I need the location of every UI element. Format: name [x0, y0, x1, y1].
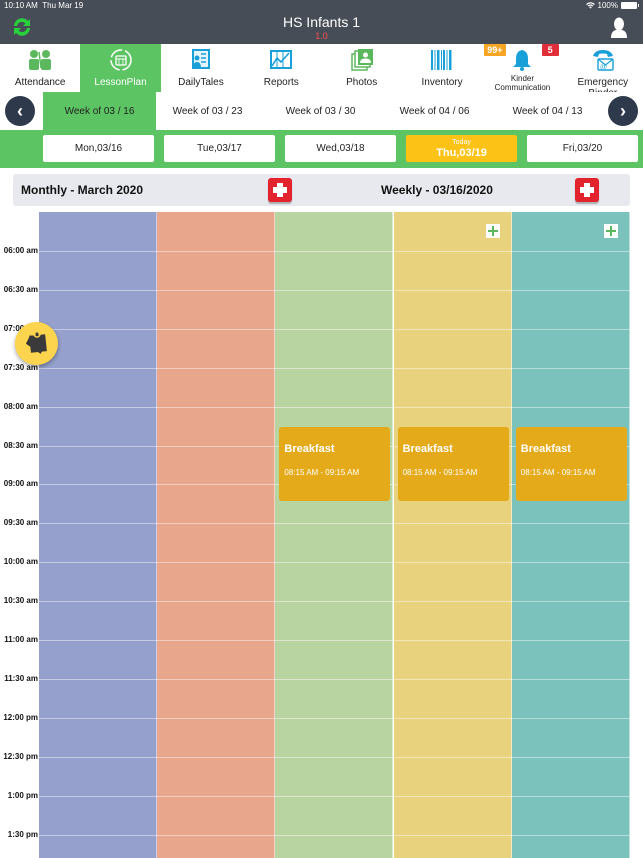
time-gridline — [39, 834, 630, 836]
event-title: Breakfast — [520, 443, 571, 455]
time-gridline — [39, 523, 630, 525]
weekly-title: Weekly - 03/16/2020 — [381, 183, 493, 197]
time-gridline — [39, 562, 630, 564]
event-time: 08:15 AM - 09:15 AM — [402, 468, 478, 477]
barcode-icon — [431, 50, 452, 70]
nav-lessonplan[interactable]: LessonPlan — [80, 44, 161, 92]
time-label: 06:30 am — [3, 284, 38, 294]
plan-header: Monthly - March 2020 Weekly - 03/16/2020 — [13, 174, 630, 206]
svg-text:@: @ — [600, 64, 607, 71]
day-button[interactable]: Wed,03/18 — [285, 135, 396, 162]
time-label: 08:30 am — [3, 440, 38, 450]
reports-icon — [270, 50, 293, 69]
time-gridline — [39, 289, 630, 291]
time-gridline — [39, 795, 630, 797]
photos-icon — [350, 49, 373, 71]
event-title: Breakfast — [284, 443, 335, 455]
day-column[interactable] — [275, 212, 394, 858]
week-tab[interactable]: Week of 04 / 13 — [491, 92, 604, 130]
prev-week-button[interactable]: ‹ — [5, 96, 35, 126]
time-label: 06:00 am — [3, 246, 38, 255]
nav-reports[interactable]: Reports — [241, 44, 321, 92]
event-title: Breakfast — [402, 443, 453, 455]
event-card[interactable]: Breakfast 08:15 AM - 09:15 AM — [515, 427, 627, 501]
notifications-badge: 5 — [541, 44, 559, 56]
day-button[interactable]: Mon,03/16 — [43, 135, 154, 162]
week-tab[interactable]: Week of 04 / 06 — [378, 92, 491, 130]
time-label: 1:30 pm — [7, 829, 38, 839]
event-time: 08:15 AM - 09:15 AM — [520, 468, 596, 477]
status-indicators: 100% — [585, 1, 639, 10]
add-event-button[interactable] — [485, 224, 500, 238]
daily-tales-icon — [191, 49, 210, 69]
monthly-title: Monthly - March 2020 — [21, 183, 144, 197]
time-gridline — [39, 640, 630, 641]
day-column[interactable] — [511, 212, 630, 858]
time-label: 08:00 am — [3, 401, 38, 411]
week-tab[interactable]: Week of 03 / 16 — [43, 92, 156, 130]
sticky-notes-button[interactable] — [15, 322, 58, 365]
time-label: 12:30 pm — [3, 751, 38, 761]
attendance-icon — [29, 50, 52, 70]
time-gridline — [39, 601, 630, 603]
next-week-button[interactable]: › — [608, 96, 638, 126]
event-time: 08:15 AM - 09:15 AM — [284, 468, 360, 477]
status-time: 10:10 AM Thu Mar 19 — [4, 1, 84, 10]
time-label: 09:30 am — [3, 518, 38, 528]
add-event-button[interactable] — [603, 224, 618, 238]
messages-badge: 99+ — [484, 44, 506, 56]
battery-percent: 100% — [597, 1, 618, 10]
nav-inventory[interactable]: Inventory — [402, 44, 482, 92]
nav-attendance[interactable]: Attendance — [0, 44, 80, 92]
day-button[interactable]: Tue,03/17 — [164, 135, 275, 162]
nav-photos[interactable]: Photos — [322, 44, 402, 92]
today-label: Today — [452, 138, 471, 146]
chevron-right-icon: › — [620, 100, 626, 121]
bell-icon — [513, 50, 532, 71]
time-gridline — [39, 756, 630, 758]
event-card[interactable]: Breakfast 08:15 AM - 09:15 AM — [279, 427, 391, 501]
top-bar: 10:10 AM Thu Mar 19 100% HS Infants 1 1.… — [0, 0, 643, 44]
chevron-left-icon: ‹ — [17, 100, 23, 121]
time-gridline — [39, 251, 630, 252]
weekly-calendar-grid — [39, 212, 630, 858]
add-monthly-button[interactable] — [268, 178, 292, 202]
day-button-today[interactable]: Today Thu,03/19 — [406, 135, 517, 162]
day-column[interactable] — [157, 212, 276, 858]
time-gridline — [39, 678, 630, 680]
sticky-note-icon — [25, 330, 47, 354]
time-label: 12:00 pm — [3, 712, 38, 722]
time-label: 10:00 am — [3, 557, 38, 567]
module-nav: Attendance LessonPlan DailyTales Reports — [0, 44, 643, 99]
nav-emergency-binder[interactable]: @ Emergency Binder — [563, 44, 643, 99]
time-label: 11:30 am — [4, 673, 38, 683]
time-gridline — [39, 717, 630, 719]
time-label: 1:00 pm — [7, 790, 38, 800]
nav-kinder-communication[interactable]: 99+ 5 Kinder Communication — [482, 44, 562, 92]
wifi-icon — [585, 2, 595, 9]
week-selector: ‹ Week of 03 / 16 Week of 03 / 23 Week o… — [0, 92, 643, 130]
day-column[interactable] — [39, 212, 157, 858]
time-gridline — [39, 367, 630, 369]
time-gridline — [39, 328, 630, 330]
time-label: 10:30 am — [3, 596, 38, 606]
emergency-phone-icon: @ — [592, 50, 614, 71]
battery-icon — [621, 2, 639, 9]
page-title: HS Infants 1 — [282, 14, 361, 30]
week-tab[interactable]: Week of 03 / 30 — [264, 92, 377, 130]
time-gridline — [39, 406, 630, 408]
day-selector: Mon,03/16 Tue,03/17 Wed,03/18 Today Thu,… — [0, 130, 643, 168]
day-button[interactable]: Fri,03/20 — [527, 135, 638, 162]
day-column[interactable] — [393, 212, 512, 858]
event-card[interactable]: Breakfast 08:15 AM - 09:15 AM — [397, 427, 509, 501]
time-label: 11:00 am — [4, 635, 38, 644]
week-tab[interactable]: Week of 03 / 23 — [151, 92, 264, 130]
profile-icon[interactable] — [611, 17, 627, 38]
today-date: Thu,03/19 — [436, 146, 487, 159]
nav-dailytales[interactable]: DailyTales — [161, 44, 241, 92]
add-weekly-button[interactable] — [575, 178, 599, 202]
version-label: 1.0 — [315, 31, 328, 41]
time-label: 09:00 am — [3, 479, 38, 489]
lesson-plan-icon — [109, 49, 132, 71]
